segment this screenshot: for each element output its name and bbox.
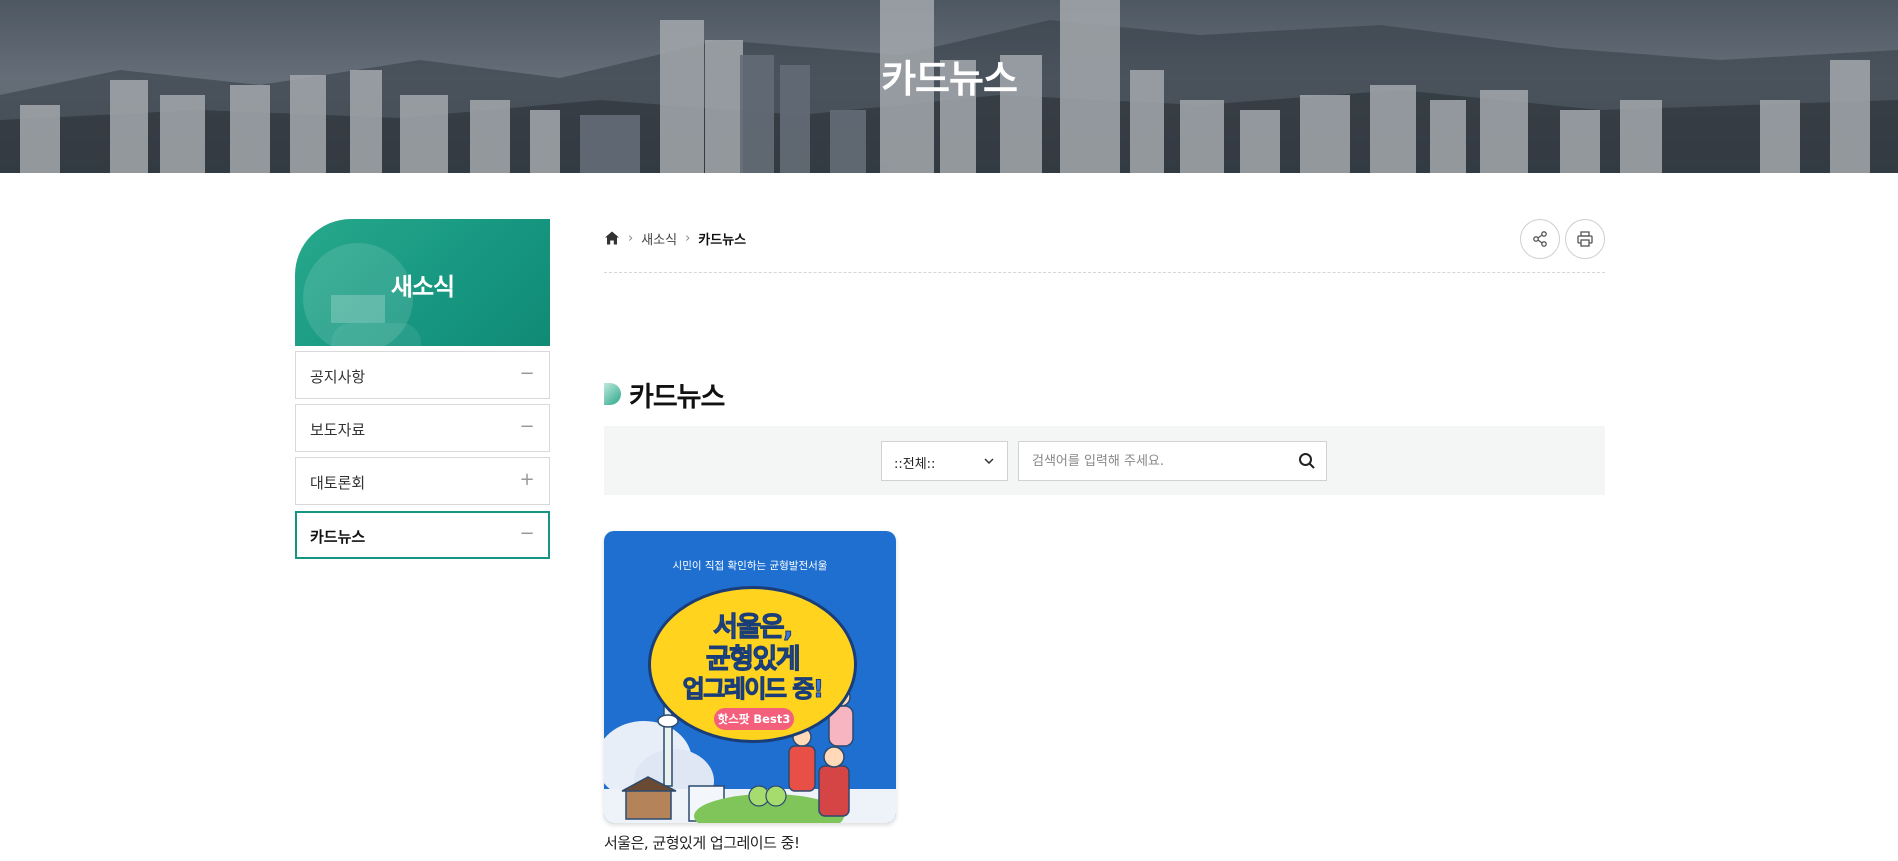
hero-banner: 카드뉴스	[0, 0, 1898, 173]
section-title: 카드뉴스	[629, 381, 725, 413]
minus-icon: −	[519, 363, 535, 384]
search-button[interactable]	[1289, 443, 1325, 479]
sidebar-item-label: 카드뉴스	[310, 528, 366, 546]
home-icon[interactable]	[604, 230, 620, 246]
share-button[interactable]	[1520, 219, 1560, 259]
sidebar-item-label: 공지사항	[310, 368, 366, 386]
card-headline-line3: 업그레이드 중!	[682, 675, 824, 704]
card-top-text: 시민이 직접 확인하는 균형발전서울	[672, 560, 828, 572]
search-bar: ::전체::	[604, 426, 1605, 495]
card-badge: 핫스팟 Best3	[714, 708, 794, 730]
sidebar-item-press[interactable]: 보도자료 −	[295, 404, 550, 452]
category-select[interactable]: ::전체::	[881, 441, 1008, 481]
chevron-right-icon: ›	[685, 230, 691, 246]
sidebar-header: 새소식	[295, 219, 550, 346]
card-title[interactable]: 서울은, 균형있게 업그레이드 중!	[604, 832, 896, 853]
page-title: 카드뉴스	[881, 57, 1018, 101]
breadcrumb-item[interactable]: 새소식	[641, 229, 677, 248]
search-icon	[1299, 453, 1315, 469]
share-icon	[1533, 231, 1547, 247]
heading-marker-icon	[604, 383, 621, 405]
sidebar-title: 새소식	[390, 273, 455, 301]
minus-icon: −	[519, 416, 535, 437]
print-button[interactable]	[1565, 219, 1605, 259]
minus-icon: −	[519, 523, 535, 544]
plus-icon: +	[519, 469, 535, 490]
chevron-down-icon	[984, 458, 994, 465]
section-heading: 카드뉴스	[604, 376, 725, 413]
sidebar-item-label: 보도자료	[310, 421, 366, 439]
breadcrumb: › 새소식 › 카드뉴스	[604, 228, 746, 248]
sidebar-item-label: 대토론회	[310, 474, 366, 492]
breadcrumb-current: 카드뉴스	[698, 232, 747, 248]
sidebar-item-debate[interactable]: 대토론회 +	[295, 457, 550, 505]
sidebar-item-notice[interactable]: 공지사항 −	[295, 351, 550, 399]
divider	[604, 272, 1605, 273]
card-thumbnail[interactable]: 시민이 직접 확인하는 균형발전서울 서울은, 균형있게 업그레이드 중! 핫스…	[604, 531, 896, 823]
print-icon	[1577, 231, 1593, 247]
search-input[interactable]	[1018, 441, 1327, 481]
select-value: ::전체::	[894, 457, 936, 472]
sidebar-item-cardnews[interactable]: 카드뉴스 −	[295, 511, 550, 559]
chevron-right-icon: ›	[628, 230, 634, 246]
